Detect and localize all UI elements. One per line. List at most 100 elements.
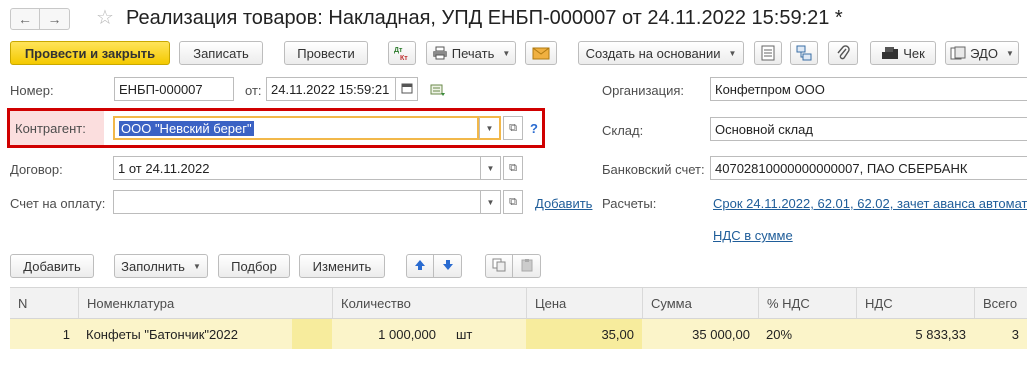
accounting-entries-button[interactable]: Дт Кт (388, 41, 416, 65)
printer-icon (432, 46, 448, 60)
column-header-vat[interactable]: НДС (856, 288, 974, 318)
column-header-vat-rate[interactable]: % НДС (758, 288, 856, 318)
cell-n[interactable]: 1 (10, 319, 78, 349)
pick-button[interactable]: Подбор (218, 254, 290, 278)
help-icon[interactable]: ? (530, 121, 538, 136)
receipt-button-label: Чек (903, 45, 925, 61)
move-down-button[interactable] (434, 254, 462, 278)
arrow-left-icon: ← (18, 11, 32, 27)
bank-account-field[interactable]: 40702810000000000007, ПАО СБЕРБАНК (710, 156, 1027, 180)
copy-row-button[interactable] (485, 254, 513, 278)
receipt-button[interactable]: Чек (870, 41, 936, 65)
number-label: Номер: (10, 83, 54, 98)
invoice-dropdown[interactable]: ▼ (481, 190, 501, 214)
window-title: Реализация товаров: Накладная, УПД ЕНБП-… (126, 7, 843, 29)
favorite-star-icon[interactable]: ☆ (96, 8, 114, 28)
arrow-up-icon (414, 259, 426, 274)
cell-vat[interactable]: 5 833,33 (856, 319, 974, 349)
document-status-icon[interactable] (430, 83, 446, 100)
column-header-n[interactable]: N (10, 288, 78, 318)
hierarchy-icon (796, 45, 812, 61)
open-window-icon: ⧉ (509, 121, 517, 134)
column-header-sum[interactable]: Сумма (642, 288, 758, 318)
fill-button-label: Заполнить (121, 258, 185, 274)
dt-kt-icon: Дт Кт (393, 45, 411, 61)
move-up-button[interactable] (406, 254, 434, 278)
chevron-down-icon: ▼ (1005, 48, 1014, 58)
edo-documents-icon (950, 46, 966, 60)
calendar-icon (401, 82, 413, 96)
list-document-icon (761, 45, 775, 61)
report-button[interactable] (754, 41, 782, 65)
chevron-down-icon: ▼ (485, 123, 494, 133)
cell-price[interactable]: 35,00 (526, 319, 642, 349)
fill-button[interactable]: Заполнить ▼ (114, 254, 208, 278)
cell-vat-rate[interactable]: 20% (758, 319, 856, 349)
cell-sum[interactable]: 35 000,00 (642, 319, 758, 349)
settlements-link[interactable]: Срок 24.11.2022, 62.01, 62.02, зачет ава… (713, 196, 1027, 211)
create-based-on-button[interactable]: Создать на основании ▼ (578, 41, 744, 65)
date-field[interactable]: 24.11.2022 15:59:21 (266, 77, 396, 101)
copy-icon (492, 258, 506, 275)
column-header-total[interactable]: Всего (974, 288, 1027, 318)
contract-field[interactable]: 1 от 24.11.2022 (113, 156, 481, 180)
open-window-icon: ⧉ (509, 161, 517, 174)
warehouse-label: Склад: (602, 123, 644, 138)
post-button[interactable]: Провести (284, 41, 368, 65)
arrow-right-icon: → (47, 11, 62, 27)
invoice-label: Счет на оплату: (10, 196, 106, 211)
number-field[interactable]: ЕНБП-000007 (114, 77, 234, 101)
invoice-field[interactable] (113, 190, 481, 214)
add-invoice-link[interactable]: Добавить (535, 196, 592, 211)
column-header-price[interactable]: Цена (526, 288, 642, 318)
svg-text:Дт: Дт (394, 47, 403, 54)
contract-open-button[interactable]: ⧉ (503, 156, 523, 180)
edo-button[interactable]: ЭДО ▼ (945, 41, 1019, 65)
change-button[interactable]: Изменить (299, 254, 385, 278)
envelope-icon (532, 46, 550, 60)
contractor-label: Контрагент: (15, 121, 86, 136)
create-based-on-label: Создать на основании (585, 45, 721, 61)
post-and-close-button[interactable]: Провести и закрыть (10, 41, 170, 65)
send-email-button[interactable] (525, 41, 557, 65)
contractor-open-button[interactable]: ⧉ (503, 116, 523, 140)
contract-label: Договор: (10, 162, 63, 177)
paste-button[interactable] (513, 254, 541, 278)
settlements-label: Расчеты: (602, 196, 657, 211)
organization-field[interactable]: Конфетпром ООО (710, 77, 1027, 101)
cell-total[interactable]: 3 (974, 319, 1027, 349)
structure-button[interactable] (790, 41, 818, 65)
chevron-down-icon: ▼ (728, 48, 737, 58)
cell-qty[interactable]: 1 000,000 (332, 319, 444, 349)
column-header-item[interactable]: Номенклатура (78, 288, 332, 318)
vat-link[interactable]: НДС в сумме (713, 228, 793, 243)
cell-item[interactable]: Конфеты "Батончик"2022 (78, 319, 332, 349)
bank-account-label: Банковский счет: (602, 162, 705, 177)
date-label: от: (245, 83, 262, 98)
print-button[interactable]: Печать ▼ (426, 41, 516, 65)
cell-unit[interactable]: шт (448, 319, 518, 349)
chevron-down-icon: ▼ (192, 261, 201, 271)
organization-label: Организация: (602, 83, 685, 98)
chevron-down-icon: ▼ (502, 48, 511, 58)
invoice-open-button[interactable]: ⧉ (503, 190, 523, 214)
calendar-button[interactable] (396, 77, 418, 101)
arrow-down-icon (442, 259, 454, 274)
print-button-label: Печать (451, 45, 495, 61)
save-button[interactable]: Записать (179, 41, 263, 65)
contractor-dropdown[interactable]: ▼ (479, 116, 501, 140)
back-button[interactable]: ← (10, 8, 40, 30)
svg-text:Кт: Кт (400, 55, 408, 61)
open-window-icon: ⧉ (509, 195, 517, 208)
warehouse-field[interactable]: Основной склад (710, 117, 1027, 141)
attach-button[interactable] (828, 41, 858, 65)
contract-dropdown[interactable]: ▼ (481, 156, 501, 180)
edo-button-label: ЭДО (970, 45, 998, 61)
cash-register-icon (881, 46, 899, 60)
contractor-field[interactable]: ООО "Невский берег" (113, 116, 479, 140)
add-row-button[interactable]: Добавить (10, 254, 94, 278)
forward-button[interactable]: → (40, 8, 70, 30)
paste-icon (520, 258, 534, 275)
column-header-qty[interactable]: Количество (332, 288, 526, 318)
paperclip-icon (836, 45, 850, 61)
